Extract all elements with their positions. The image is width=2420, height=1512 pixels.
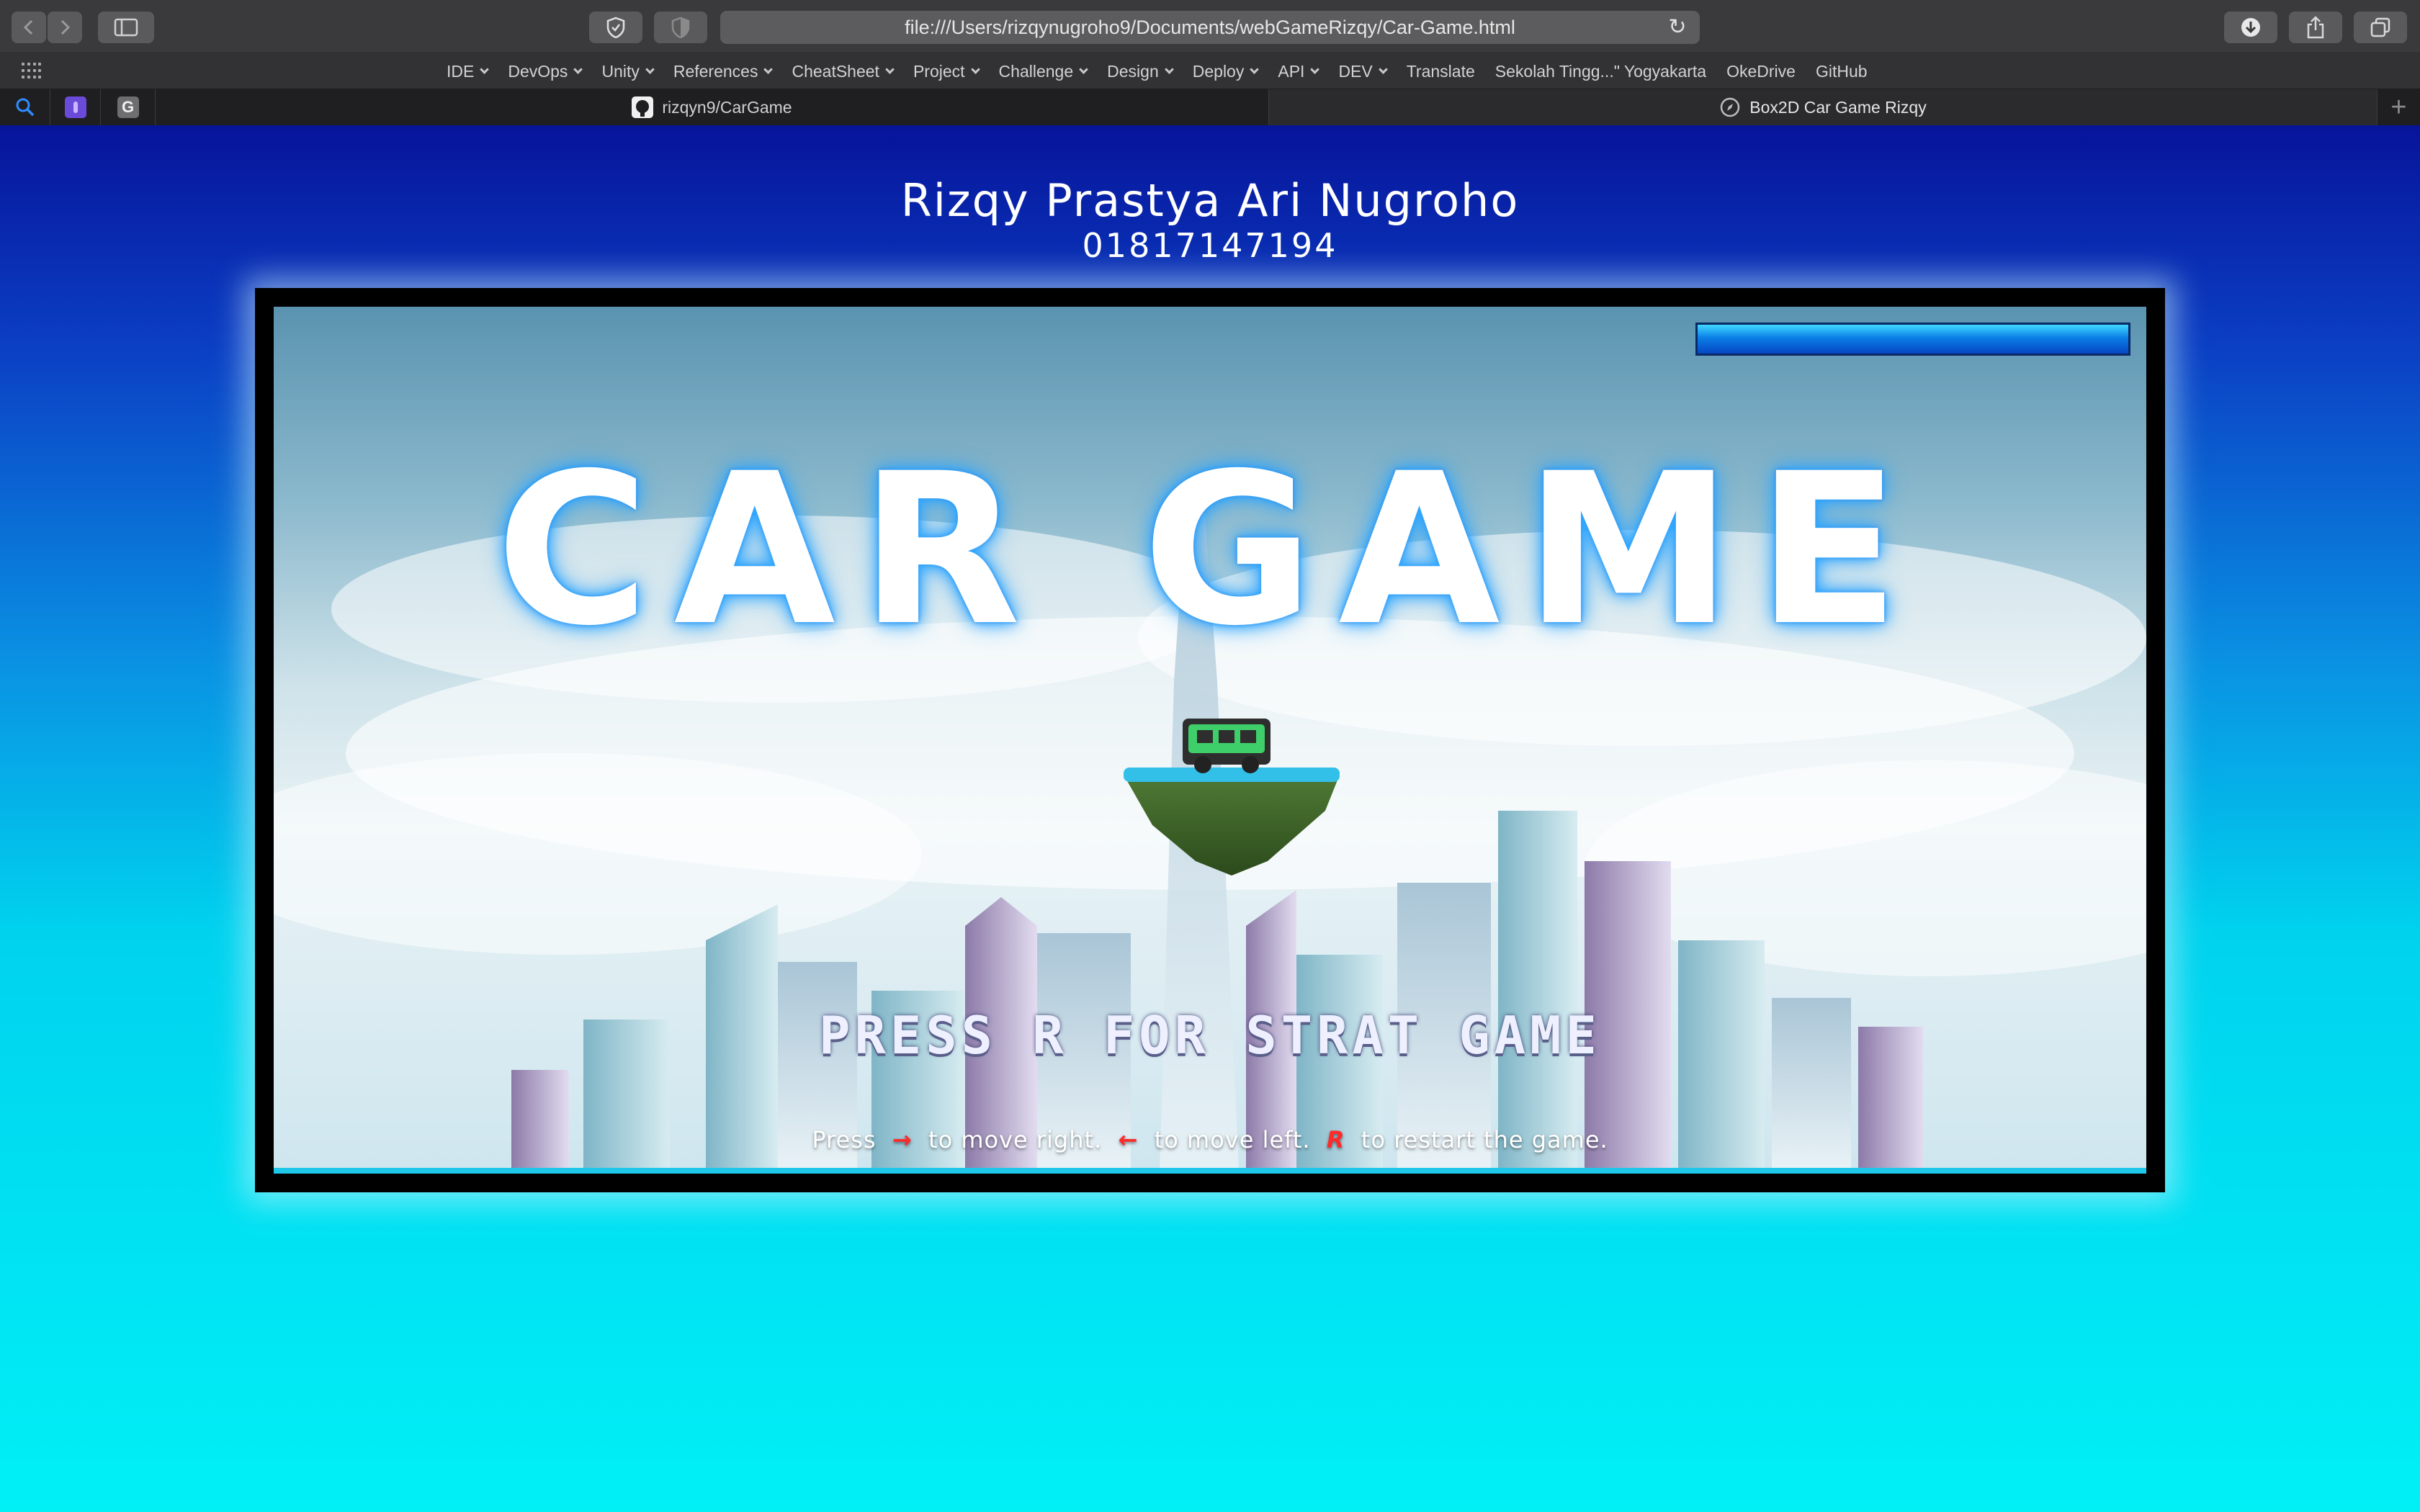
- help-left-text: to move left.: [1154, 1126, 1311, 1153]
- address-bar[interactable]: file:///Users/rizqynugroho9/Documents/we…: [720, 11, 1700, 44]
- sidebar-icon: [114, 18, 138, 37]
- game-canvas[interactable]: CAR GAME PRESS R FOR STRAT GAME Press → …: [274, 307, 2146, 1174]
- chevron-down-icon: [645, 64, 655, 74]
- bookmark-label: API: [1278, 61, 1305, 81]
- new-tab-button[interactable]: +: [2377, 89, 2420, 125]
- downloads-button[interactable]: [2224, 12, 2277, 43]
- tab-github[interactable]: rizqyn9/CarGame: [156, 89, 1269, 125]
- pinned-tab-search[interactable]: [0, 89, 50, 125]
- pinned-tab-g[interactable]: G: [101, 89, 156, 125]
- tab-label: Box2D Car Game Rizqy: [1749, 97, 1927, 117]
- right-arrow-icon: →: [892, 1126, 913, 1153]
- chevron-down-icon: [1250, 64, 1260, 74]
- help-restart-text: to restart the game.: [1361, 1126, 1608, 1153]
- search-icon: [16, 98, 34, 117]
- share-button[interactable]: [2289, 12, 2342, 43]
- chevron-down-icon: [1378, 64, 1388, 74]
- sidebar-toggle-button[interactable]: [98, 12, 154, 43]
- chevron-down-icon: [1310, 64, 1320, 74]
- bookmark-item[interactable]: Sekolah Tingg..." Yogyakarta: [1495, 62, 1706, 81]
- restart-key: R: [1326, 1126, 1345, 1153]
- bookmark-list: IDE DevOps Unity References CheatSheet Projec…: [447, 53, 1868, 89]
- controls-help: Press → to move right. ← to move left. R…: [274, 1126, 2146, 1153]
- reader-shield-button[interactable]: [654, 12, 707, 43]
- bookmark-item[interactable]: Design: [1107, 61, 1174, 81]
- bookmark-label: Design: [1107, 61, 1159, 81]
- shield-icon: [606, 17, 625, 38]
- bookmark-label: IDE: [447, 61, 475, 81]
- bookmark-label: Unity: [601, 61, 640, 81]
- bookmark-item[interactable]: GitHub: [1816, 62, 1868, 81]
- browser-toolbar: file:///Users/rizqynugroho9/Documents/we…: [0, 0, 2420, 53]
- address-text: file:///Users/rizqynugroho9/Documents/we…: [905, 16, 1515, 38]
- github-icon: [632, 96, 654, 118]
- bookmark-label: DevOps: [508, 61, 568, 81]
- bookmark-item[interactable]: References: [673, 61, 774, 81]
- bookmark-item[interactable]: Project: [913, 61, 980, 81]
- bookmark-label: References: [673, 61, 758, 81]
- energy-bar: [1695, 323, 2130, 356]
- student-id: 01817147194: [1082, 226, 1338, 265]
- apps-grid-icon[interactable]: [22, 63, 42, 80]
- tab-bar: G rizqyn9/CarGame Box2D Car Game Rizqy +: [0, 89, 2420, 125]
- bookmark-label: Sekolah Tingg..." Yogyakarta: [1494, 61, 1707, 81]
- energy-bar-fill: [1698, 325, 2128, 354]
- page-title: Rizqy Prastya Ari Nugroho: [900, 174, 1520, 227]
- bookmark-item[interactable]: Translate: [1407, 62, 1475, 81]
- bookmark-label: Challenge: [998, 61, 1074, 81]
- tab-car-game[interactable]: Box2D Car Game Rizqy: [1269, 89, 2377, 125]
- chevron-down-icon: [480, 64, 490, 74]
- start-prompt: PRESS R FOR STRAT GAME: [819, 1005, 1601, 1066]
- game-logo: CAR GAME: [496, 429, 1924, 672]
- bookmark-item[interactable]: DevOps: [508, 61, 583, 81]
- tab-label: rizqyn9/CarGame: [662, 97, 792, 117]
- extension-icon: [64, 96, 86, 118]
- forward-button[interactable]: [48, 12, 82, 43]
- chevron-left-icon: [23, 19, 33, 35]
- reload-icon[interactable]: ↻: [1665, 15, 1690, 40]
- bookmark-item[interactable]: Challenge: [998, 61, 1089, 81]
- share-icon: [2307, 16, 2324, 39]
- canvas-bottom-line: [274, 1168, 2146, 1174]
- bookmark-item[interactable]: Unity: [601, 61, 655, 81]
- bookmark-label: Translate: [1406, 61, 1475, 81]
- compass-icon: [1721, 97, 1740, 117]
- bookmark-label: Deploy: [1192, 61, 1245, 81]
- bookmark-label: Project: [913, 61, 965, 81]
- bookmark-item[interactable]: OkeDrive: [1726, 62, 1796, 81]
- help-press: Press: [812, 1126, 877, 1153]
- g-favicon-icon: G: [117, 96, 139, 118]
- tab-overview-button[interactable]: [2354, 12, 2407, 43]
- bookmark-item[interactable]: IDE: [447, 61, 490, 81]
- bookmark-label: GitHub: [1815, 61, 1868, 81]
- half-shield-icon: [671, 17, 690, 38]
- bookmark-item[interactable]: DEV: [1338, 61, 1388, 81]
- bookmark-label: OkeDrive: [1726, 61, 1796, 81]
- download-icon: [2241, 18, 2260, 37]
- bookmark-item[interactable]: CheatSheet: [792, 61, 895, 81]
- chevron-down-icon: [573, 64, 583, 74]
- bookmark-label: CheatSheet: [792, 61, 879, 81]
- chevron-down-icon: [1164, 64, 1174, 74]
- bookmark-item[interactable]: Deploy: [1192, 61, 1260, 81]
- pinned-tab-extension[interactable]: [50, 89, 101, 125]
- bookmarks-bar: IDE DevOps Unity References CheatSheet Projec…: [0, 53, 2420, 89]
- chevron-down-icon: [970, 64, 980, 74]
- back-button[interactable]: [12, 12, 46, 43]
- privacy-shield-button[interactable]: [589, 12, 642, 43]
- chevron-down-icon: [1079, 64, 1089, 74]
- game-frame: CAR GAME PRESS R FOR STRAT GAME Press → …: [255, 288, 2165, 1192]
- bookmark-item[interactable]: API: [1278, 61, 1320, 81]
- left-arrow-icon: ←: [1118, 1126, 1139, 1153]
- help-right-text: to move right.: [928, 1126, 1103, 1153]
- page-content: Rizqy Prastya Ari Nugroho 01817147194 CA…: [0, 125, 2420, 1512]
- tabs-overview-icon: [2370, 17, 2390, 37]
- chevron-down-icon: [885, 64, 895, 74]
- bookmark-label: DEV: [1338, 61, 1373, 81]
- chevron-down-icon: [763, 64, 774, 74]
- chevron-right-icon: [60, 19, 71, 35]
